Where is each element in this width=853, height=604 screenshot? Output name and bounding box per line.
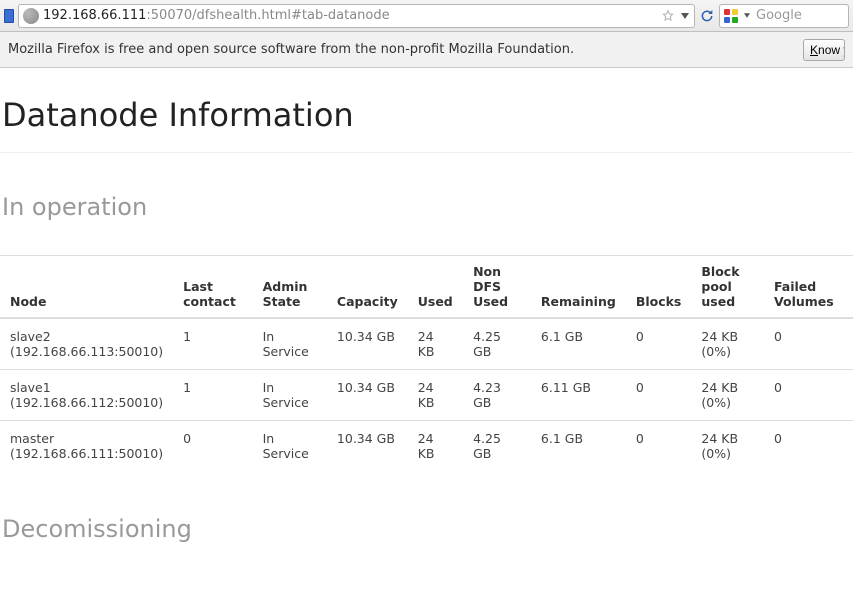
cell-blocks: 0 — [626, 318, 692, 370]
know-label-rest: now y — [818, 43, 845, 57]
cell-node: slave1 (192.168.66.112:50010) — [0, 370, 173, 421]
node-name: slave1 — [10, 380, 163, 395]
browser-chrome: 192.168.66.111:50070/dfshealth.html#tab-… — [0, 0, 853, 68]
section-decomissioning-title: Decomissioning — [2, 515, 853, 543]
cell-failed-volumes: 0 — [764, 421, 853, 472]
section-in-operation-title: In operation — [2, 193, 853, 221]
divider — [0, 152, 853, 153]
col-last-contact: Last contact — [173, 256, 252, 319]
cell-remaining: 6.1 GB — [531, 318, 626, 370]
cell-used: 24 KB — [408, 370, 463, 421]
url-text: 192.168.66.111:50070/dfshealth.html#tab-… — [43, 8, 656, 23]
col-remaining: Remaining — [531, 256, 626, 319]
search-engine-dropdown-icon[interactable] — [742, 13, 752, 18]
col-used: Used — [408, 256, 463, 319]
know-your-rights-button[interactable]: Know y — [803, 39, 845, 61]
table-header-row: Node Last contact Admin State Capacity U… — [0, 256, 853, 319]
node-addr: (192.168.66.113:50010) — [10, 344, 163, 359]
node-name: slave2 — [10, 329, 163, 344]
reload-icon[interactable] — [699, 8, 715, 24]
cell-last-contact: 1 — [173, 370, 252, 421]
node-addr: (192.168.66.111:50010) — [10, 446, 163, 461]
cell-non-dfs-used: 4.25 GB — [463, 421, 531, 472]
cell-admin-state: In Service — [253, 370, 327, 421]
cell-admin-state: In Service — [253, 421, 327, 472]
cell-block-pool: 24 KB (0%) — [691, 421, 764, 472]
page-title: Datanode Information — [0, 96, 853, 134]
table-row: master (192.168.66.111:50010) 0 In Servi… — [0, 421, 853, 472]
col-non-dfs-used: Non DFS Used — [463, 256, 531, 319]
cell-node: slave2 (192.168.66.113:50010) — [0, 318, 173, 370]
url-path: :50070/dfshealth.html#tab-datanode — [146, 8, 389, 23]
cell-capacity: 10.34 GB — [327, 421, 408, 472]
cell-remaining: 6.11 GB — [531, 370, 626, 421]
cell-admin-state: In Service — [253, 318, 327, 370]
table-row: slave1 (192.168.66.112:50010) 1 In Servi… — [0, 370, 853, 421]
col-blocks: Blocks — [626, 256, 692, 319]
col-node: Node — [0, 256, 173, 319]
toolbar-row: 192.168.66.111:50070/dfshealth.html#tab-… — [0, 0, 853, 32]
node-addr: (192.168.66.112:50010) — [10, 395, 163, 410]
globe-icon — [23, 8, 39, 24]
cell-block-pool: 24 KB (0%) — [691, 318, 764, 370]
cell-non-dfs-used: 4.25 GB — [463, 318, 531, 370]
url-host: 192.168.66.111 — [43, 8, 146, 23]
cell-blocks: 0 — [626, 421, 692, 472]
search-placeholder: Google — [756, 8, 844, 23]
cell-used: 24 KB — [408, 318, 463, 370]
datanode-table: Node Last contact Admin State Capacity U… — [0, 255, 853, 471]
cell-failed-volumes: 0 — [764, 370, 853, 421]
window-indicator-icon — [4, 9, 14, 23]
cell-failed-volumes: 0 — [764, 318, 853, 370]
cell-non-dfs-used: 4.23 GB — [463, 370, 531, 421]
cell-capacity: 10.34 GB — [327, 318, 408, 370]
cell-block-pool: 24 KB (0%) — [691, 370, 764, 421]
col-block-pool: Block pool used — [691, 256, 764, 319]
col-capacity: Capacity — [327, 256, 408, 319]
cell-capacity: 10.34 GB — [327, 370, 408, 421]
cell-remaining: 6.1 GB — [531, 421, 626, 472]
search-box[interactable]: Google — [719, 4, 849, 28]
cell-last-contact: 0 — [173, 421, 252, 472]
bookmark-star-icon[interactable] — [660, 8, 676, 24]
node-name: master — [10, 431, 163, 446]
cell-blocks: 0 — [626, 370, 692, 421]
google-icon — [724, 9, 738, 23]
col-failed-volumes: Failed Volumes — [764, 256, 853, 319]
table-row: slave2 (192.168.66.113:50010) 1 In Servi… — [0, 318, 853, 370]
info-bar: Mozilla Firefox is free and open source … — [0, 32, 853, 68]
url-bar[interactable]: 192.168.66.111:50070/dfshealth.html#tab-… — [18, 4, 695, 28]
page-content: Datanode Information In operation Node L… — [0, 96, 853, 543]
col-admin-state: Admin State — [253, 256, 327, 319]
cell-last-contact: 1 — [173, 318, 252, 370]
cell-used: 24 KB — [408, 421, 463, 472]
info-bar-text: Mozilla Firefox is free and open source … — [8, 42, 574, 57]
url-dropdown-icon[interactable] — [680, 13, 690, 19]
cell-node: master (192.168.66.111:50010) — [0, 421, 173, 472]
